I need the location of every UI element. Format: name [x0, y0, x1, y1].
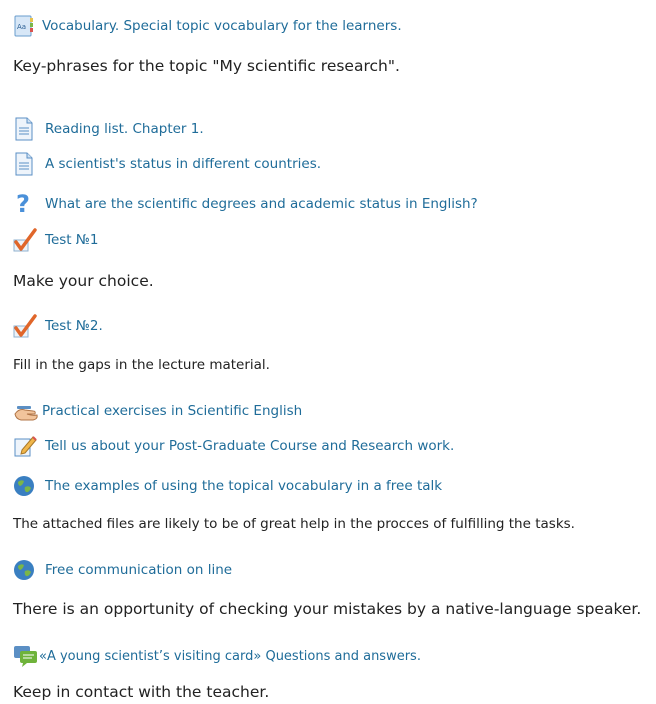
vocabulary-link[interactable]: Vocabulary. Special topic vocabulary for… [42, 18, 402, 34]
test-2-link[interactable]: Test №2. [45, 318, 103, 334]
free-communication-link[interactable]: Free communication on line [45, 562, 232, 578]
reading-list-link[interactable]: Reading list. Chapter 1. [45, 121, 204, 137]
quiz-checkmark-icon [13, 227, 39, 253]
degrees-question-link[interactable]: What are the scientific degrees and acad… [45, 196, 478, 212]
test-1-link[interactable]: Test №1 [45, 232, 99, 248]
forum-chat-icon [13, 643, 39, 669]
activity-reading-list[interactable]: Reading list. Chapter 1. [13, 116, 204, 142]
free-communication-description: There is an opportunity of checking your… [13, 600, 642, 618]
activity-topical-vocabulary-examples[interactable]: The examples of using the topical vocabu… [13, 473, 442, 499]
activity-visiting-card-forum[interactable]: «A young scientist’s visiting card» Ques… [13, 643, 421, 669]
post-graduate-assignment-link[interactable]: Tell us about your Post-Graduate Course … [45, 438, 454, 454]
page-icon [13, 116, 39, 142]
activity-post-graduate-assignment[interactable]: Tell us about your Post-Graduate Course … [13, 433, 454, 459]
globe-icon [13, 557, 39, 583]
page-icon [13, 151, 39, 177]
svg-text:Aa: Aa [17, 23, 26, 31]
activity-free-communication[interactable]: Free communication on line [13, 557, 232, 583]
question-icon: ? [13, 191, 39, 217]
globe-icon [13, 473, 39, 499]
glossary-icon: Aa [13, 13, 39, 39]
topical-vocabulary-examples-description: The attached files are likely to be of g… [13, 516, 575, 532]
activity-practical-exercises[interactable]: Practical exercises in Scientific Englis… [13, 398, 302, 424]
svg-text:?: ? [16, 192, 30, 216]
activity-test-2[interactable]: Test №2. [13, 313, 103, 339]
scientist-status-link[interactable]: A scientist's status in different countr… [45, 156, 321, 172]
activity-test-1[interactable]: Test №1 [13, 227, 99, 253]
workshop-hand-icon [13, 398, 39, 424]
visiting-card-forum-description: Keep in contact with the teacher. [13, 683, 270, 701]
topical-vocabulary-examples-link[interactable]: The examples of using the topical vocabu… [45, 478, 442, 494]
practical-exercises-link[interactable]: Practical exercises in Scientific Englis… [42, 403, 302, 419]
test-2-description: Fill in the gaps in the lecture material… [13, 357, 270, 373]
vocabulary-description: Key-phrases for the topic "My scientific… [13, 57, 400, 75]
activity-scientist-status[interactable]: A scientist's status in different countr… [13, 151, 321, 177]
assignment-pencil-icon [13, 433, 39, 459]
activity-vocabulary[interactable]: Aa Vocabulary. Special topic vocabulary … [13, 13, 402, 39]
test-1-description: Make your choice. [13, 272, 154, 290]
activity-degrees-question[interactable]: ? What are the scientific degrees and ac… [13, 191, 478, 217]
quiz-checkmark-icon [13, 313, 39, 339]
visiting-card-forum-link[interactable]: «A young scientist’s visiting card» Ques… [39, 649, 421, 664]
